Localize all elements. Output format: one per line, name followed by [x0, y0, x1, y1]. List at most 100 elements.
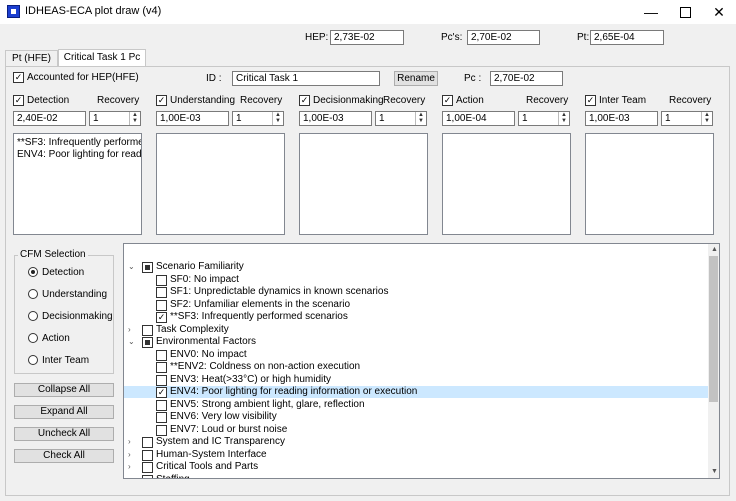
- tree-item[interactable]: ENV7: Loud or burst noise: [124, 424, 708, 436]
- spinner-arrows-icon[interactable]: ▲ ▼: [272, 112, 283, 125]
- scroll-down-icon[interactable]: ▼: [711, 468, 718, 475]
- cfm-checkbox-inter-team[interactable]: ✓: [585, 95, 596, 106]
- spinner-arrows-icon[interactable]: ▲ ▼: [415, 112, 426, 125]
- tree-item-checkbox[interactable]: [156, 349, 167, 361]
- check-all-button[interactable]: Check All: [14, 449, 114, 463]
- tree-item[interactable]: SF0: No impact: [124, 274, 708, 286]
- hep-field[interactable]: 2,73E-02: [330, 30, 404, 45]
- tree-item-checkbox[interactable]: [142, 437, 153, 448]
- list-item[interactable]: **SF3: Infrequently performed s: [17, 137, 141, 148]
- list-item[interactable]: ENV4: Poor lighting for reading: [17, 149, 141, 160]
- recovery-spinner-action[interactable]: 1 ▲ ▼: [518, 111, 570, 126]
- hep-label: HEP:: [305, 32, 329, 43]
- tree-item-checkbox[interactable]: [156, 362, 167, 373]
- tree-item-checkbox[interactable]: ✓: [156, 387, 167, 398]
- tree-item-checkbox[interactable]: [142, 262, 153, 273]
- tree-item-checkbox[interactable]: [156, 299, 167, 311]
- cfm-psf-list-action[interactable]: [442, 133, 571, 235]
- tree-item-checkbox[interactable]: [142, 337, 153, 348]
- tree-item-checkbox[interactable]: [142, 324, 153, 336]
- chevron-down-icon[interactable]: ⌄: [128, 261, 135, 273]
- recovery-spinner-detection[interactable]: 1 ▲ ▼: [89, 111, 141, 126]
- tree-item-checkbox[interactable]: [142, 462, 153, 473]
- tree-item-checkbox[interactable]: [156, 287, 167, 298]
- rename-button[interactable]: Rename: [394, 71, 438, 86]
- tree-scrollbar[interactable]: ▲ ▼: [708, 244, 719, 478]
- scroll-thumb[interactable]: [709, 256, 718, 402]
- chevron-down-icon[interactable]: ⌄: [128, 336, 135, 348]
- cfm-checkbox-action[interactable]: ✓: [442, 95, 453, 106]
- cfm-radio-1[interactable]: [28, 289, 38, 302]
- tab-pt-hfe[interactable]: Pt (HFE): [5, 50, 58, 66]
- tree-item-checkbox[interactable]: [156, 374, 167, 386]
- cfm-checkbox-decisionmaking[interactable]: ✓: [299, 95, 310, 106]
- recovery-value: 1: [522, 113, 528, 124]
- chevron-right-icon[interactable]: ›: [128, 449, 131, 461]
- tree-item[interactable]: ENV6: Very low visibility: [124, 411, 708, 423]
- cfm-checkbox-detection[interactable]: ✓: [13, 95, 24, 106]
- cfm-name-decisionmaking: Decisionmaking: [313, 95, 384, 106]
- cfm-psf-list-understanding[interactable]: [156, 133, 285, 235]
- tree-item[interactable]: ✓ ENV4: Poor lighting for reading informa…: [124, 386, 708, 398]
- tree-item-checkbox[interactable]: [142, 474, 153, 478]
- tree-item[interactable]: **ENV2: Coldness on non-action execution: [124, 361, 708, 373]
- tree-item[interactable]: › Human-System Interface: [124, 449, 708, 461]
- cfm-checkbox-understanding[interactable]: ✓: [156, 95, 167, 106]
- tree-item-checkbox[interactable]: [156, 274, 167, 286]
- spinner-arrows-icon[interactable]: ▲ ▼: [701, 112, 712, 125]
- scroll-up-icon[interactable]: ▲: [711, 246, 718, 253]
- tree-item[interactable]: ENV0: No impact: [124, 349, 708, 361]
- recovery-spinner-understanding[interactable]: 1 ▲ ▼: [232, 111, 284, 126]
- spinner-arrows-icon[interactable]: ▲ ▼: [558, 112, 569, 125]
- tree-item-checkbox[interactable]: [156, 424, 167, 436]
- cfm-value-inter-team[interactable]: 1,00E-03: [585, 111, 658, 126]
- tab-critical-task-1[interactable]: Critical Task 1 Pc: [58, 49, 146, 67]
- cfm-radio-2[interactable]: [28, 311, 38, 324]
- cfm-radio-3[interactable]: [28, 333, 38, 346]
- cfm-radio-0[interactable]: [28, 267, 38, 280]
- chevron-right-icon[interactable]: ›: [128, 474, 131, 479]
- tree-item[interactable]: › Task Complexity: [124, 324, 708, 336]
- collapse-all-button[interactable]: Collapse All: [14, 383, 114, 397]
- tree-item-checkbox[interactable]: [156, 399, 167, 411]
- chevron-right-icon[interactable]: ›: [128, 461, 131, 473]
- tree-item[interactable]: › Critical Tools and Parts: [124, 461, 708, 473]
- cfm-radio-4[interactable]: [28, 355, 38, 368]
- cfm-value-decisionmaking[interactable]: 1,00E-03: [299, 111, 372, 126]
- tree-item[interactable]: SF1: Unpredictable dynamics in known sce…: [124, 286, 708, 298]
- chevron-right-icon[interactable]: ›: [128, 324, 131, 336]
- tree-item[interactable]: ⌄ Scenario Familiarity: [124, 261, 708, 273]
- tree-item[interactable]: ENV5: Strong ambient light, glare, refle…: [124, 399, 708, 411]
- minimize-button[interactable]: —: [634, 0, 668, 24]
- close-button[interactable]: ✕: [702, 0, 736, 24]
- tree-item-label: ENV3: Heat(>33°C) or high humidity: [170, 373, 332, 385]
- recovery-spinner-inter-team[interactable]: 1 ▲ ▼: [661, 111, 713, 126]
- cfm-psf-list-decisionmaking[interactable]: [299, 133, 428, 235]
- tree-item[interactable]: ENV3: Heat(>33°C) or high humidity: [124, 374, 708, 386]
- cfm-value-action[interactable]: 1,00E-04: [442, 111, 515, 126]
- cfm-psf-list-inter-team[interactable]: [585, 133, 714, 235]
- tree-item-checkbox[interactable]: [156, 412, 167, 423]
- recovery-spinner-decisionmaking[interactable]: 1 ▲ ▼: [375, 111, 427, 126]
- uncheck-all-button[interactable]: Uncheck All: [14, 427, 114, 441]
- pc-field[interactable]: 2,70E-02: [490, 71, 563, 86]
- chevron-right-icon[interactable]: ›: [128, 436, 131, 448]
- maximize-button[interactable]: [668, 0, 702, 24]
- id-input[interactable]: Critical Task 1: [232, 71, 380, 86]
- accounted-checkbox[interactable]: ✓: [13, 72, 24, 83]
- cfm-psf-list-detection[interactable]: **SF3: Infrequently performed sENV4: Poo…: [13, 133, 142, 235]
- tree-item[interactable]: ✓ **SF3: Infrequently performed scenarios: [124, 311, 708, 323]
- expand-all-button[interactable]: Expand All: [14, 405, 114, 419]
- psf-tree[interactable]: ⌄ Scenario Familiarity SF0: No impact SF1: …: [123, 243, 720, 479]
- spinner-arrows-icon[interactable]: ▲ ▼: [129, 112, 140, 125]
- tree-item[interactable]: › Staffing: [124, 474, 708, 479]
- cfm-value-detection[interactable]: 2,40E-02: [13, 111, 86, 126]
- tree-item[interactable]: ⌄ Environmental Factors: [124, 336, 708, 348]
- tree-item[interactable]: › System and IC Transparency: [124, 436, 708, 448]
- pt-field[interactable]: 2,65E-04: [590, 30, 664, 45]
- tree-item-checkbox[interactable]: ✓: [156, 312, 167, 323]
- tree-item[interactable]: SF2: Unfamiliar elements in the scenario: [124, 299, 708, 311]
- pcs-field[interactable]: 2,70E-02: [467, 30, 540, 45]
- cfm-value-understanding[interactable]: 1,00E-03: [156, 111, 229, 126]
- tree-item-checkbox[interactable]: [142, 449, 153, 461]
